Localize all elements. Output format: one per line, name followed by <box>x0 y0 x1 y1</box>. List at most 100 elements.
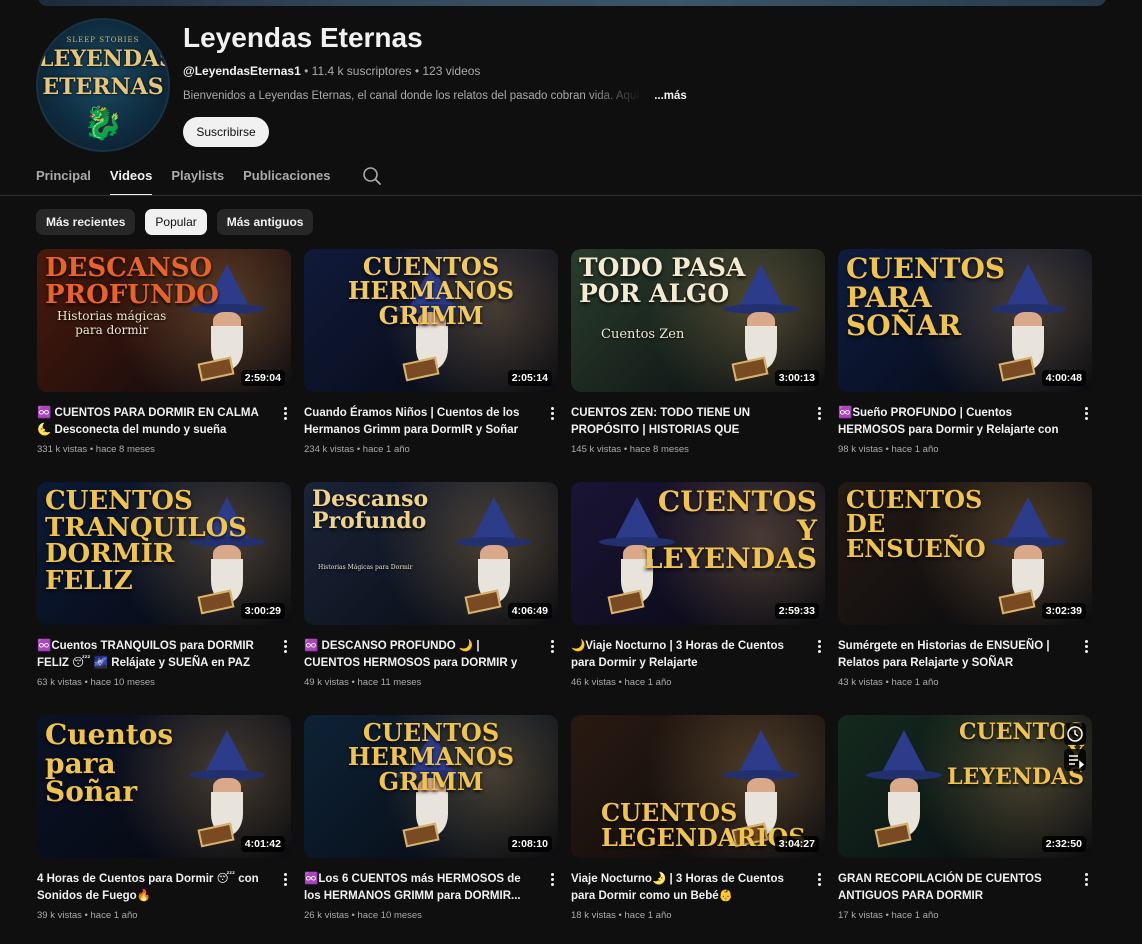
video-title[interactable]: ♾️Sueño PROFUNDO | Cuentos HERMOSOS para… <box>838 405 1070 439</box>
view-count: 43 k vistas <box>838 677 883 688</box>
video-thumbnail[interactable]: CUENTOS DE ENSUEÑO 3:02:39 <box>838 482 1092 625</box>
video-thumbnail[interactable]: TODO PASA POR ALGO Cuentos Zen 3:00:13 <box>571 249 825 392</box>
video-info: ♾️Los 6 CUENTOS más HERMOSOS de los HERM… <box>304 871 558 921</box>
channel-avatar[interactable]: SLEEP STORIES LEYENDAS ETERNAS 🐉 <box>36 18 170 152</box>
video-meta: 43 k vistas • hace 1 año <box>838 677 1070 688</box>
view-count: 145 k vistas <box>571 444 622 455</box>
thumbnail-subtitle: Historias mágicas para dormir <box>57 309 167 337</box>
video-thumbnail[interactable]: CUENTOS TRANQUILOS DORMIR FELIZ 3:00:29 <box>37 482 291 625</box>
video-count: 123 videos <box>422 64 481 78</box>
search-icon[interactable] <box>362 162 384 190</box>
view-count: 46 k vistas <box>571 677 616 688</box>
video-title[interactable]: ♾️Los 6 CUENTOS más HERMOSOS de los HERM… <box>304 871 536 905</box>
chip-recent[interactable]: Más recientes <box>36 209 136 235</box>
channel-meta: @LeyendasEternas1 • 11.4 k suscriptores … <box>183 64 480 78</box>
video-card[interactable]: CUENTOS LEGENDARIOS 3:04:27 Viaje Nocturn… <box>571 715 825 944</box>
video-card[interactable]: CUENTOS TRANQUILOS DORMIR FELIZ 3:00:29 ♾… <box>37 482 291 715</box>
video-title[interactable]: Sumérgete en Historias de ENSUEÑO | Rela… <box>838 638 1070 672</box>
video-card[interactable]: CUENTOS HERMANOS GRIMM 2:05:14 Cuando Éra… <box>304 249 558 482</box>
thumbnail-title: CUENTOS PARA SOÑAR <box>846 252 1006 343</box>
more-actions-icon[interactable] <box>281 640 289 656</box>
channel-name: Leyendas Eternas <box>183 22 423 53</box>
video-thumbnail[interactable]: CUENTOS HERMANOS GRIMM 2:08:10 <box>304 715 558 858</box>
chip-popular[interactable]: Popular <box>145 209 207 235</box>
video-info: ♾️Cuentos TRANQUILOS para DORMIR FELIZ 😴… <box>37 638 291 688</box>
video-thumbnail[interactable]: DESCANSO PROFUNDO Historias mágicas para … <box>37 249 291 392</box>
wizard-illustration <box>858 730 950 858</box>
video-duration: 4:01:42 <box>240 836 285 852</box>
channel-tabs: Principal Videos Playlists Publicaciones <box>36 162 384 196</box>
tab-principal[interactable]: Principal <box>36 162 91 196</box>
video-card[interactable]: TODO PASA POR ALGO Cuentos Zen 3:00:13 CUE… <box>571 249 825 482</box>
video-duration: 3:04:27 <box>774 836 819 852</box>
video-thumbnail[interactable]: Cuentos para Soñar 4:01:42 <box>37 715 291 858</box>
video-title[interactable]: 🌙Viaje Nocturno | 3 Horas de Cuentos par… <box>571 638 803 672</box>
video-card[interactable]: CUENTOS HERMANOS GRIMM 2:08:10 ♾️Los 6 CU… <box>304 715 558 944</box>
upload-age: hace 1 año <box>362 444 410 455</box>
chip-oldest[interactable]: Más antiguos <box>216 209 314 235</box>
view-count: 39 k vistas <box>37 910 82 921</box>
more-actions-icon[interactable] <box>1082 640 1090 656</box>
view-count: 331 k vistas <box>37 444 88 455</box>
subscribe-button[interactable]: Suscribirse <box>183 117 269 147</box>
video-thumbnail[interactable]: CUENTOS Y LEYENDAS 2:59:33 <box>571 482 825 625</box>
video-info: GRAN RECOPILACIÓN DE CUENTOS ANTIGUOS PA… <box>838 871 1092 921</box>
video-title[interactable]: Cuando Éramos Niños | Cuentos de los Her… <box>304 405 536 439</box>
more-actions-icon[interactable] <box>281 873 289 889</box>
video-thumbnail[interactable]: CUENTOS LEGENDARIOS 3:04:27 <box>571 715 825 858</box>
video-meta: 18 k vistas • hace 1 año <box>571 910 803 921</box>
video-title[interactable]: GRAN RECOPILACIÓN DE CUENTOS ANTIGUOS PA… <box>838 871 1070 905</box>
channel-header: SLEEP STORIES LEYENDAS ETERNAS 🐉 Leyenda… <box>36 18 1106 154</box>
more-actions-icon[interactable] <box>815 407 823 423</box>
video-info: Cuando Éramos Niños | Cuentos de los Her… <box>304 405 558 455</box>
video-title[interactable]: ♾️ CUENTOS PARA DORMIR EN CALMA 🌜 Descon… <box>37 405 269 439</box>
video-thumbnail[interactable]: CUENTOS HERMANOS GRIMM 2:05:14 <box>304 249 558 392</box>
video-duration: 4:06:49 <box>507 603 552 619</box>
more-actions-icon[interactable] <box>548 640 556 656</box>
video-duration: 2:59:33 <box>774 603 819 619</box>
more-link[interactable]: ...más <box>654 90 687 102</box>
thumbnail-title: TODO PASA POR ALGO <box>579 253 746 308</box>
video-duration: 4:00:48 <box>1041 370 1086 386</box>
video-duration: 2:08:10 <box>507 836 552 852</box>
more-actions-icon[interactable] <box>815 640 823 656</box>
video-thumbnail[interactable]: CUENTOS PARA SOÑAR 4:00:48 <box>838 249 1092 392</box>
video-title[interactable]: ♾️Cuentos TRANQUILOS para DORMIR FELIZ 😴… <box>37 638 269 672</box>
video-card[interactable]: CUENTOS DE ENSUEÑO 3:02:39 Sumérgete en H… <box>838 482 1092 715</box>
video-title[interactable]: Viaje Nocturno🌛 | 3 Horas de Cuentos par… <box>571 871 803 905</box>
more-actions-icon[interactable] <box>1082 407 1090 423</box>
view-count: 26 k vistas <box>304 910 349 921</box>
tab-videos[interactable]: Videos <box>109 162 153 196</box>
add-to-queue-icon[interactable] <box>1064 749 1086 771</box>
video-card[interactable]: DESCANSO PROFUNDO Historias mágicas para … <box>37 249 291 482</box>
video-card[interactable]: Descanso Profundo Historias Mágicas para … <box>304 482 558 715</box>
more-actions-icon[interactable] <box>281 407 289 423</box>
tab-playlists[interactable]: Playlists <box>171 162 224 196</box>
video-title[interactable]: CUENTOS ZEN: TODO TIENE UN PROPÓSITO | H… <box>571 405 803 439</box>
thumbnail-title: CUENTOS DE ENSUEÑO <box>846 485 986 563</box>
video-title[interactable]: 4 Horas de Cuentos para Dormir 😴 con Son… <box>37 871 269 905</box>
video-title[interactable]: ♾️ DESCANSO PROFUNDO 🌙 | CUENTOS HERMOSO… <box>304 638 536 672</box>
video-meta: 49 k vistas • hace 11 meses <box>304 677 536 688</box>
tab-publicaciones[interactable]: Publicaciones <box>243 162 330 196</box>
video-meta: 39 k vistas • hace 1 año <box>37 910 269 921</box>
more-actions-icon[interactable] <box>815 873 823 889</box>
video-card[interactable]: CUENTOS Y LEYENDAS2:32:50 GRAN RECOPILAC… <box>838 715 1092 944</box>
video-card[interactable]: CUENTOS PARA SOÑAR 4:00:48 ♾️Sueño PROFUN… <box>838 249 1092 482</box>
more-actions-icon[interactable] <box>1082 873 1090 889</box>
more-actions-icon[interactable] <box>548 873 556 889</box>
more-actions-icon[interactable] <box>548 407 556 423</box>
thumbnail-title: DESCANSO PROFUNDO <box>45 253 219 310</box>
watch-later-icon[interactable] <box>1064 723 1086 745</box>
video-grid: DESCANSO PROFUNDO Historias mágicas para … <box>37 249 1092 944</box>
video-card[interactable]: CUENTOS Y LEYENDAS 2:59:33 🌙Viaje Nocturn… <box>571 482 825 715</box>
video-duration: 3:02:39 <box>1041 603 1086 619</box>
video-meta: 98 k vistas • hace 1 año <box>838 444 1070 455</box>
thumbnail-title: CUENTOS TRANQUILOS DORMIR FELIZ <box>45 486 248 596</box>
video-info: 4 Horas de Cuentos para Dormir 😴 con Son… <box>37 871 291 921</box>
video-thumbnail[interactable]: Descanso Profundo Historias Mágicas para … <box>304 482 558 625</box>
video-thumbnail[interactable]: CUENTOS Y LEYENDAS2:32:50 <box>838 715 1092 858</box>
channel-description[interactable]: Bienvenidos a Leyendas Eternas, el canal… <box>183 90 687 102</box>
video-card[interactable]: Cuentos para Soñar 4:01:42 4 Horas de Cue… <box>37 715 291 944</box>
video-info: ♾️ CUENTOS PARA DORMIR EN CALMA 🌜 Descon… <box>37 405 291 455</box>
